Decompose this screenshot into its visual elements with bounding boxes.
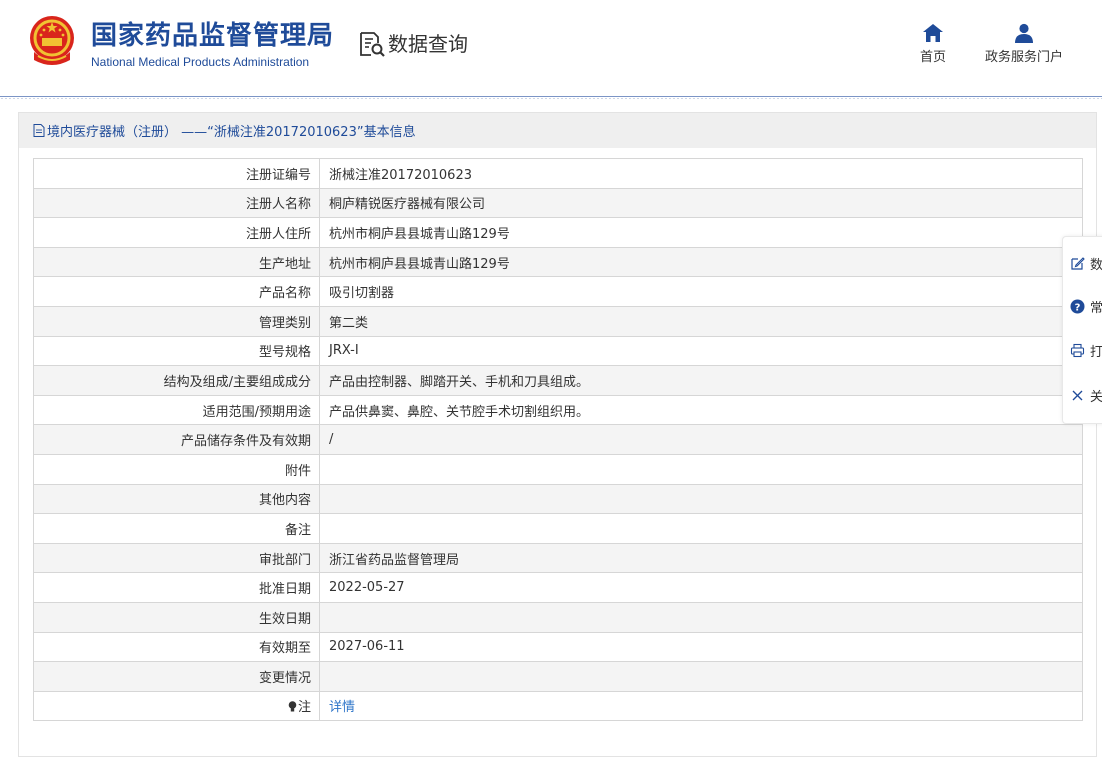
field-label: 注册证编号 (33, 158, 320, 189)
table-row: 管理类别 第二类 (33, 305, 1083, 337)
help-icon: ? (1070, 299, 1085, 313)
floating-toolbar: 数 ? 常 打 关 (1062, 236, 1102, 424)
field-value: 产品供鼻窦、鼻腔、关节腔手术切割组织用。 (319, 394, 1083, 426)
site-subtitle: National Medical Products Administration (91, 55, 310, 69)
field-value: 杭州市桐庐县县城青山路129号 (319, 246, 1083, 278)
field-value: / (319, 424, 1083, 455)
table-row: 备注 (33, 513, 1083, 544)
panel-title: 境内医疗器械（注册） ——“浙械注准20172010623”基本信息 (47, 125, 416, 140)
field-label: 变更情况 (33, 661, 320, 692)
field-label: 注册人名称 (33, 187, 320, 219)
nav-portal-label: 政务服务门户 (984, 50, 1063, 65)
registration-info-table: 注册证编号 浙械注准20172010623 注册人名称 桐庐精锐医疗器械有限公司 注册人… (33, 158, 1083, 722)
table-row: 附件 (33, 453, 1083, 485)
toolbar-item-label: 数 (1090, 257, 1102, 273)
table-row: 型号规格 JRX-I (33, 335, 1083, 367)
data-query-label: 数据查询 (388, 32, 468, 56)
table-row: 结构及组成/主要组成成分 产品由控制器、脚踏开关、手机和刀具组成。 (33, 365, 1083, 396)
table-row-note: 注 详情 (33, 690, 1083, 722)
national-emblem-icon (30, 16, 74, 65)
svg-text:?: ? (1075, 302, 1081, 313)
table-row: 批准日期 2022-05-27 (33, 572, 1083, 603)
field-value: 2027-06-11 (319, 631, 1083, 663)
document-search-icon (360, 32, 385, 57)
details-link[interactable]: 详情 (329, 700, 355, 715)
site-header: 国家药品监督管理局 National Medical Products Admi… (0, 0, 1102, 96)
table-row: 注册证编号 浙械注准20172010623 (33, 158, 1083, 189)
user-icon (1015, 23, 1033, 43)
toolbar-item-print[interactable]: 打 (1070, 340, 1102, 360)
table-row: 生效日期 (33, 601, 1083, 633)
table-row: 注册人住所 杭州市桐庐县县城青山路129号 (33, 217, 1083, 248)
field-label: 其他内容 (33, 483, 320, 515)
field-value: 详情 (319, 690, 1083, 722)
field-label: 产品名称 (33, 276, 320, 307)
table-row: 产品名称 吸引切割器 (33, 276, 1083, 307)
field-label: 型号规格 (33, 335, 320, 367)
field-value (319, 661, 1083, 692)
table-row: 变更情况 (33, 661, 1083, 692)
table-row: 其他内容 (33, 483, 1083, 515)
note-label: 注 (297, 700, 311, 716)
toolbar-item-faq[interactable]: ? 常 (1070, 296, 1102, 316)
nav-home[interactable]: 首页 (916, 22, 950, 66)
toolbar-item-label: 打 (1090, 344, 1102, 360)
field-label: 附件 (33, 453, 320, 485)
table-row: 有效期至 2027-06-11 (33, 631, 1083, 663)
field-label: 审批部门 (33, 542, 320, 574)
field-label: 备注 (33, 513, 320, 544)
header-dotted-band (0, 97, 1102, 100)
nav-service-portal[interactable]: 政务服务门户 (984, 22, 1064, 66)
field-value (319, 601, 1083, 633)
field-label: 生效日期 (33, 601, 320, 633)
data-query-link[interactable]: 数据查询 (358, 30, 468, 58)
site-title: 国家药品监督管理局 (91, 21, 335, 51)
field-value: 产品由控制器、脚踏开关、手机和刀具组成。 (319, 365, 1083, 396)
table-row: 适用范围/预期用途 产品供鼻窦、鼻腔、关节腔手术切割组织用。 (33, 394, 1083, 426)
field-label: 注 (33, 690, 320, 722)
field-value: JRX-I (319, 335, 1083, 367)
field-label: 管理类别 (33, 305, 320, 337)
toolbar-item-feedback[interactable]: 数 (1070, 253, 1102, 273)
field-label: 批准日期 (33, 572, 320, 603)
toolbar-item-close[interactable]: 关 (1070, 385, 1102, 405)
field-value: 桐庐精锐医疗器械有限公司 (319, 187, 1083, 219)
field-value: 第二类 (319, 305, 1083, 337)
table-row: 注册人名称 桐庐精锐医疗器械有限公司 (33, 187, 1083, 219)
field-value: 吸引切割器 (319, 276, 1083, 307)
print-icon (1070, 343, 1085, 357)
field-value (319, 483, 1083, 515)
field-label: 适用范围/预期用途 (33, 394, 320, 426)
panel-header: 境内医疗器械（注册） ——“浙械注准20172010623”基本信息 (19, 113, 1096, 148)
nav-home-label: 首页 (919, 50, 946, 65)
field-value: 2022-05-27 (319, 572, 1083, 603)
document-icon (33, 124, 45, 137)
toolbar-item-label: 关 (1090, 389, 1102, 405)
close-icon (1072, 390, 1083, 400)
toolbar-item-label: 常 (1090, 300, 1102, 316)
field-label: 结构及组成/主要组成成分 (33, 365, 320, 396)
field-label: 生产地址 (33, 246, 320, 278)
field-label: 有效期至 (33, 631, 320, 663)
field-label: 注册人住所 (33, 217, 320, 248)
table-row: 生产地址 杭州市桐庐县县城青山路129号 (33, 246, 1083, 278)
lightbulb-icon (288, 701, 297, 712)
table-row: 审批部门 浙江省药品监督管理局 (33, 542, 1083, 574)
field-label: 产品储存条件及有效期 (33, 424, 320, 455)
table-row: 产品储存条件及有效期 / (33, 424, 1083, 455)
home-icon (923, 24, 943, 42)
edit-icon (1071, 256, 1085, 270)
detail-panel: 境内医疗器械（注册） ——“浙械注准20172010623”基本信息 注册证编号… (18, 112, 1097, 757)
field-value (319, 453, 1083, 485)
field-value: 杭州市桐庐县县城青山路129号 (319, 217, 1083, 248)
field-value: 浙江省药品监督管理局 (319, 542, 1083, 574)
field-value (319, 513, 1083, 544)
field-value: 浙械注准20172010623 (319, 158, 1083, 189)
